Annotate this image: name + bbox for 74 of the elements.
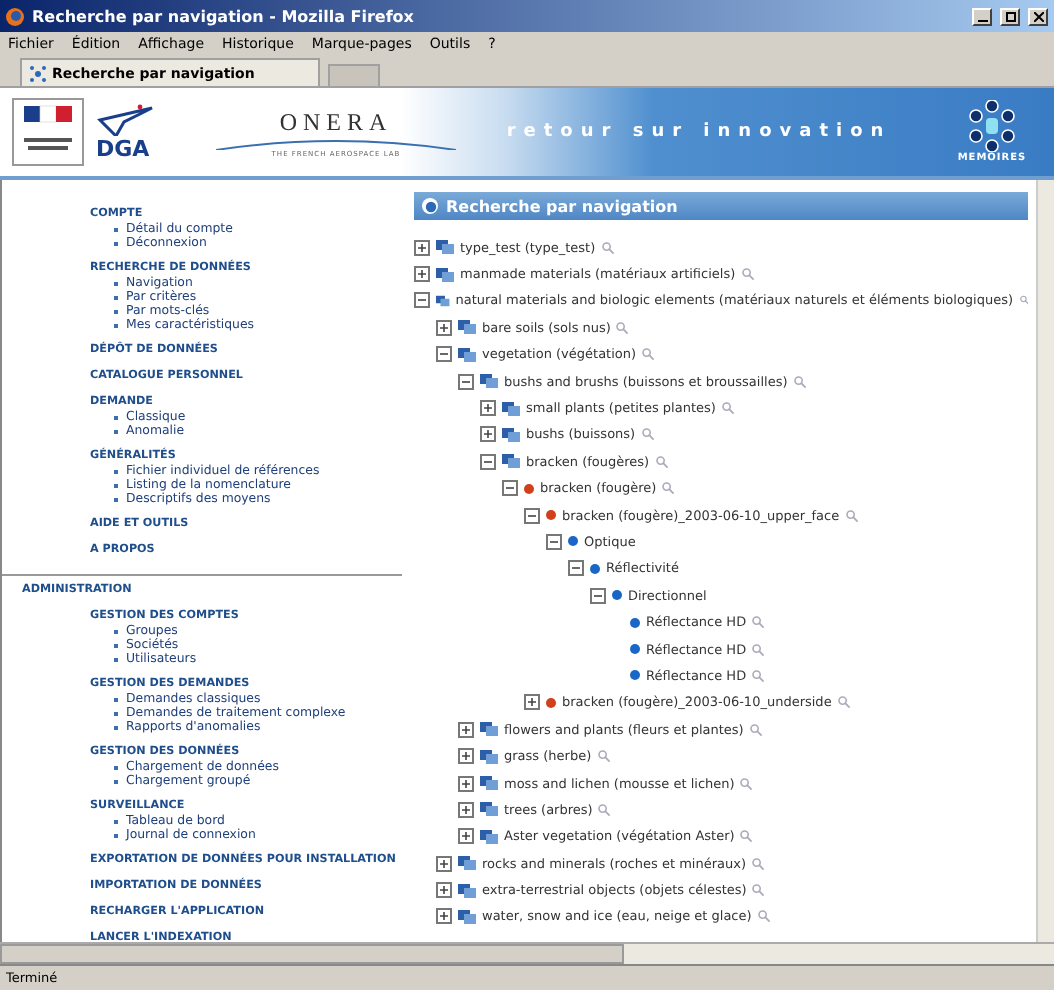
minus-icon (484, 457, 492, 466)
minus-icon (528, 511, 536, 520)
browser-icon (6, 7, 24, 25)
expand-toggle[interactable] (480, 453, 496, 470)
dot-icon (630, 644, 640, 655)
expand-toggle[interactable] (524, 694, 540, 711)
expand-toggle[interactable] (436, 855, 452, 872)
maximize-icon (1005, 11, 1015, 21)
panel-title: Recherche par navigation (446, 197, 678, 215)
plus-icon (462, 832, 470, 841)
close-button[interactable] (1028, 7, 1048, 25)
plus-icon (418, 243, 426, 252)
plus-icon (484, 404, 492, 413)
plus-icon (484, 430, 492, 439)
plus-icon (462, 805, 470, 814)
minus-icon (594, 591, 602, 600)
expand-toggle[interactable] (480, 426, 496, 443)
expand-toggle[interactable] (436, 319, 452, 336)
expand-toggle[interactable] (414, 266, 430, 283)
expand-toggle[interactable] (436, 908, 452, 925)
expand-toggle[interactable] (436, 346, 452, 363)
expand-toggle[interactable] (458, 775, 474, 791)
dot-icon (630, 670, 640, 681)
minus-icon (418, 296, 426, 305)
minimize-button[interactable] (972, 7, 992, 25)
vertical-scrollbar[interactable] (1036, 180, 1054, 942)
page-icon (30, 65, 46, 81)
minus-icon (550, 537, 558, 546)
dga-emblem-icon (96, 103, 156, 135)
plus-icon (418, 270, 426, 279)
expand-toggle[interactable] (458, 721, 474, 738)
expand-toggle[interactable] (568, 560, 584, 577)
plus-icon (440, 323, 448, 332)
expand-toggle[interactable] (546, 533, 562, 550)
expand-toggle[interactable] (502, 480, 518, 497)
flag-logo-icon (12, 98, 84, 166)
plus-icon (528, 698, 536, 707)
expand-toggle[interactable] (458, 828, 474, 845)
plus-icon (440, 912, 448, 921)
dot-icon (630, 617, 640, 628)
plus-icon (462, 725, 470, 734)
plus-icon (462, 752, 470, 761)
expand-toggle[interactable] (480, 400, 496, 417)
plus-icon (440, 886, 448, 895)
expand-toggle[interactable] (458, 801, 474, 818)
globe-icon (422, 198, 438, 214)
plus-icon (462, 779, 470, 787)
banner-slogan: retour sur innovation (504, 122, 894, 142)
dga-logo-text: DGA (96, 135, 150, 161)
dot-icon (568, 536, 578, 547)
dot-icon (612, 590, 622, 601)
plus-icon (440, 859, 448, 868)
swoosh-icon (216, 137, 456, 149)
dot-icon (546, 510, 556, 521)
expand-toggle[interactable] (436, 882, 452, 899)
horizontal-scrollbar[interactable] (0, 942, 1054, 964)
dot-icon (524, 483, 534, 494)
onera-logo-text: ONERA (279, 107, 393, 137)
expand-toggle[interactable] (524, 507, 540, 524)
maximize-button[interactable] (1000, 7, 1020, 25)
window-title: Recherche par navigation - Mozilla Firefox (32, 7, 416, 25)
expand-toggle[interactable] (414, 292, 430, 309)
expand-toggle[interactable] (458, 373, 474, 390)
hexagon-cluster-icon (966, 100, 1018, 152)
dot-icon (546, 697, 556, 708)
expand-toggle[interactable] (590, 587, 606, 604)
minus-icon (506, 484, 514, 493)
minus-icon (462, 377, 470, 386)
minus-icon (572, 564, 580, 573)
expand-toggle[interactable] (414, 239, 430, 256)
close-icon (1033, 11, 1043, 21)
expand-toggle[interactable] (458, 748, 474, 765)
minus-icon (440, 350, 448, 359)
dot-icon (590, 563, 600, 574)
